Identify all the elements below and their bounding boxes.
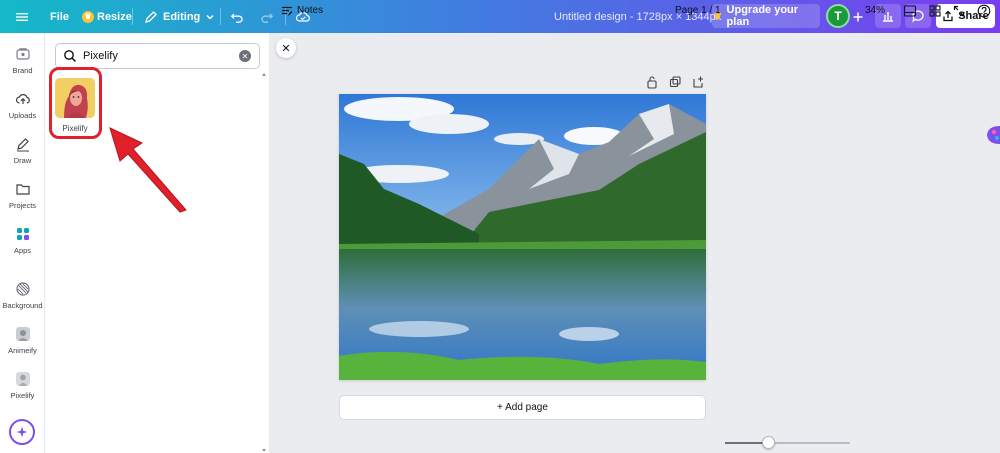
rail-item-animeify[interactable]: Animeify [0,325,45,355]
resize-button[interactable]: ♛ Resize [82,0,132,33]
rail-item-label: Draw [13,156,32,165]
sparkle-icon [16,426,28,438]
redo-button[interactable] [260,0,274,33]
rail-item-pixelify[interactable]: Pixelify [0,370,45,400]
upgrade-plan-button[interactable]: ♛ Upgrade your plan [712,4,820,28]
zoom-slider-handle[interactable] [761,436,775,449]
rail-item-draw[interactable]: Draw [0,135,45,165]
resize-label: Resize [97,10,132,23]
divider [220,8,221,25]
grid-view-button[interactable] [928,0,942,21]
panel-scrollbar[interactable] [261,73,267,453]
add-page-icon[interactable] [692,75,704,89]
upgrade-label: Upgrade your plan [726,4,799,28]
rail-item-label: Pixelify [10,391,35,400]
rail-item-background[interactable]: Background [0,280,45,310]
folder-icon [14,180,32,198]
zoom-level[interactable]: 34% [865,0,885,21]
rail-item-label: Uploads [8,111,37,120]
grid-view-icon [929,4,941,17]
page-view-icon [903,4,917,17]
lock-icon[interactable] [646,75,658,89]
chevron-down-icon [206,14,214,19]
fullscreen-button[interactable] [953,0,965,21]
pages-view-button[interactable] [903,0,917,21]
notes-label: Notes [297,5,324,16]
animeify-thumb [14,325,32,343]
help-icon [977,4,991,17]
add-collaborator-button[interactable] [852,0,864,33]
red-arrow-annotation [109,127,187,213]
notes-icon [282,6,293,16]
brand-icon [14,45,32,63]
clear-search-icon[interactable]: ✕ [239,50,251,62]
rail-item-label: Animeify [8,346,37,355]
rail-item-label: Brand [12,66,33,75]
rail-item-projects[interactable]: Projects [0,180,45,210]
assistant-bubble-icon[interactable] [984,122,1000,148]
close-icon: ✕ [281,42,291,55]
menu-button[interactable] [15,0,29,33]
apps-panel: ✕ Pixelify [45,33,270,453]
search-icon [64,50,77,63]
magic-assistant-button[interactable] [9,419,35,445]
pen-icon [14,135,32,153]
close-panel-button[interactable]: ✕ [276,38,296,58]
search-input[interactable] [83,50,233,62]
rail-item-label: Projects [8,201,37,210]
design-canvas[interactable] [339,94,706,380]
crown-icon: ♛ [82,10,94,23]
rail-item-apps[interactable]: Apps [0,225,45,255]
undo-button[interactable] [230,0,244,33]
search-box[interactable]: ✕ [55,43,260,69]
file-menu[interactable]: File [50,0,69,33]
bottom-bar [271,432,1000,453]
editing-label: Editing [163,10,201,23]
pencil-icon [145,10,157,23]
plus-icon [853,12,863,21]
apps-icon [14,225,32,243]
duplicate-icon[interactable] [669,75,681,89]
redo-icon [261,13,274,23]
rail-item-brand[interactable]: Brand [0,45,45,75]
zoom-slider-track[interactable] [725,442,850,444]
expand-icon [953,5,965,16]
avatar[interactable]: T [826,4,850,28]
mountain-lake-image [339,94,706,380]
rail-item-uploads[interactable]: Uploads [0,90,45,120]
add-page-button[interactable]: + Add page [339,395,706,420]
rail-item-label: Apps [13,246,32,255]
cloud-upload-icon [14,90,32,108]
left-rail: Brand Uploads Draw Projects Apps Backgro… [0,33,45,453]
undo-icon [230,13,243,23]
rail-item-label: Background [2,301,43,310]
editing-mode-button[interactable]: Editing [144,0,215,33]
background-pattern-icon [14,280,32,298]
pixelify-thumb [14,370,32,388]
help-button[interactable] [977,0,991,21]
divider [132,8,133,25]
notes-button[interactable]: Notes [281,0,323,21]
hamburger-icon [16,12,28,21]
page-indicator[interactable]: Page 1 / 1 [675,0,721,21]
highlight-circle [49,67,102,139]
